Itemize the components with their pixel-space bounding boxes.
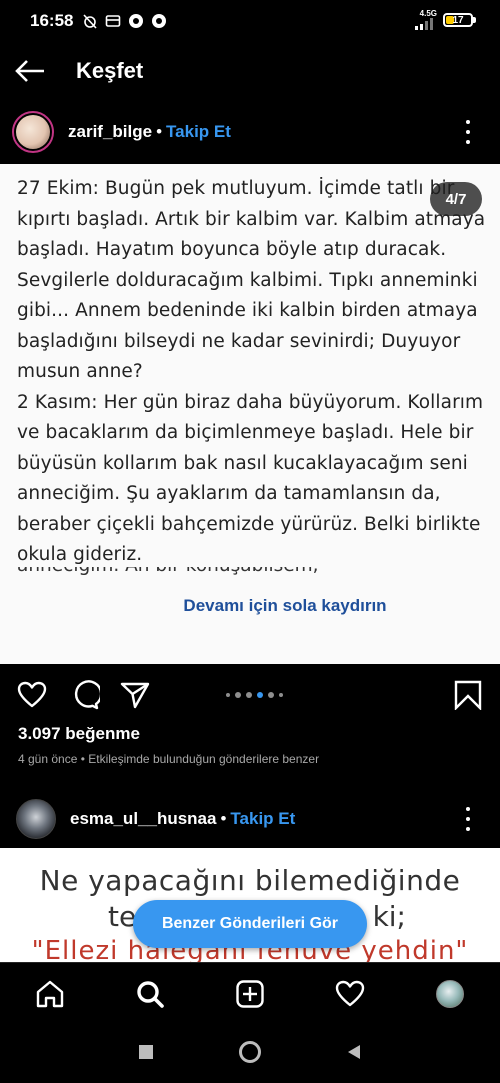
alarm-off-icon xyxy=(83,14,97,29)
post-slide-text: 27 Ekim: Bugün pek mutluyum. İçimde tatl… xyxy=(17,178,486,565)
follow-button[interactable]: Takip Et xyxy=(230,809,295,829)
heart-icon xyxy=(335,980,365,1007)
carousel-dot xyxy=(268,692,274,698)
nav-activity[interactable] xyxy=(334,978,366,1010)
status-bar: 16:58 4.5G 17 xyxy=(0,0,500,42)
card-icon xyxy=(105,15,121,27)
post2-line2-right: ki; xyxy=(372,900,406,933)
post2-line2-left: te xyxy=(108,900,137,933)
carousel-dot-active xyxy=(257,692,263,698)
battery-group: 17 xyxy=(443,13,476,27)
status-right-group: 4.5G 17 xyxy=(415,10,476,30)
arrow-left-icon xyxy=(15,60,44,82)
post-meta: 4 gün önce • Etkileşimde bulunduğun gönd… xyxy=(18,752,320,766)
status-notification-icons xyxy=(82,13,167,29)
square-icon xyxy=(139,1045,153,1059)
swipe-hint: Devamı için sola kaydırın xyxy=(183,596,387,615)
avatar[interactable] xyxy=(12,111,54,153)
circle-icon xyxy=(239,1041,261,1063)
heart-icon[interactable] xyxy=(17,680,47,710)
more-options-button[interactable] xyxy=(458,120,478,144)
post-slide-cut-line: anneciğim. Ah bir konuşabilsem, xyxy=(17,567,377,581)
back-button[interactable] xyxy=(0,42,60,100)
chrome-icon xyxy=(129,14,143,28)
post-action-bar xyxy=(0,664,500,724)
nav-home[interactable] xyxy=(34,978,66,1010)
separator-dot: • xyxy=(156,122,163,141)
back-nav-button[interactable] xyxy=(342,1040,366,1064)
carousel-dot xyxy=(279,693,283,697)
post2-username[interactable]: esma_ul__husnaa xyxy=(70,809,216,829)
signal-icon xyxy=(415,18,433,30)
post-carousel-image[interactable]: 27 Ekim: Bugün pek mutluyum. İçimde tatl… xyxy=(0,164,500,664)
carousel-dot xyxy=(246,692,252,698)
post-username[interactable]: zarif_bilge xyxy=(68,122,152,142)
separator-dot: • xyxy=(220,809,227,828)
post-header: zarif_bilge • Takip Et xyxy=(0,100,500,164)
carousel-page-indicator: 4/7 xyxy=(430,182,482,216)
nav-search[interactable] xyxy=(134,978,166,1010)
recent-apps-button[interactable] xyxy=(134,1040,158,1064)
home-icon xyxy=(36,980,64,1008)
avatar xyxy=(436,980,464,1008)
post2-header: esma_ul__husnaa • Takip Et xyxy=(0,790,500,848)
signal-group: 4.5G xyxy=(415,10,437,30)
nav-create[interactable] xyxy=(234,978,266,1010)
send-icon[interactable] xyxy=(120,680,150,710)
status-time: 16:58 xyxy=(30,11,74,30)
battery-icon: 17 xyxy=(443,13,473,27)
comment-icon[interactable] xyxy=(70,680,100,710)
page-title: Keşfet xyxy=(76,58,144,83)
bottom-nav xyxy=(0,962,500,1022)
system-nav-bar xyxy=(0,1022,500,1083)
like-count[interactable]: 3.097 beğenme xyxy=(18,724,140,744)
app-header: Keşfet xyxy=(0,42,500,100)
search-icon xyxy=(137,981,164,1008)
home-button[interactable] xyxy=(238,1040,262,1064)
avatar[interactable] xyxy=(16,799,56,839)
carousel-dots xyxy=(226,692,283,698)
nav-profile[interactable] xyxy=(434,978,466,1010)
network-type: 4.5G xyxy=(419,9,437,18)
bookmark-icon[interactable] xyxy=(453,680,483,710)
battery-level: 17 xyxy=(452,14,464,26)
carousel-dot xyxy=(226,693,230,697)
plus-square-icon xyxy=(236,980,264,1008)
post-slide-cut-line-text: anneciğim. Ah bir konuşabilsem, xyxy=(17,567,377,576)
triangle-back-icon xyxy=(348,1045,360,1059)
more-options-button[interactable] xyxy=(458,807,478,831)
carousel-dot xyxy=(235,692,241,698)
see-similar-posts-button[interactable]: Benzer Gönderileri Gör xyxy=(133,900,367,948)
chrome-icon xyxy=(152,14,166,28)
follow-button[interactable]: Takip Et xyxy=(166,122,231,142)
post2-line1: Ne yapacağını bilemediğinde xyxy=(39,864,461,897)
